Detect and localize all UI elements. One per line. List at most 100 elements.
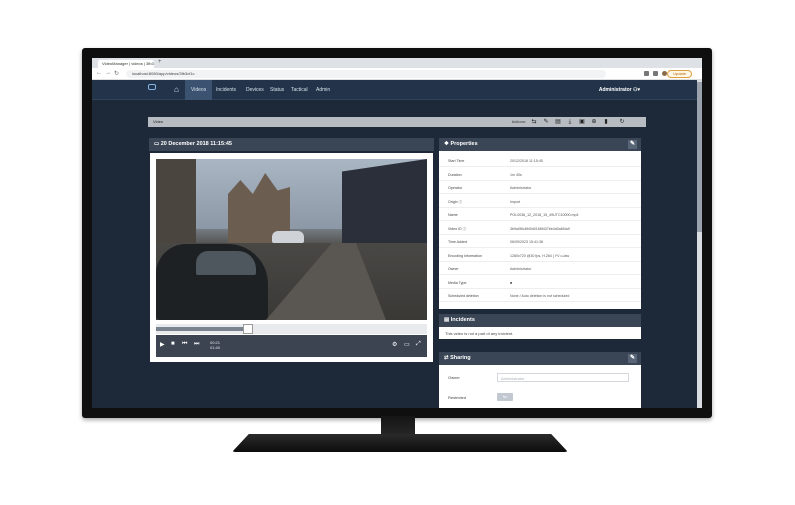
- property-key: Operator: [448, 186, 463, 190]
- new-tab-icon[interactable]: +: [158, 59, 162, 65]
- property-value: Administrator: [510, 186, 532, 190]
- logo-mark-icon: [148, 84, 156, 90]
- time-display: 00:21 01:40: [210, 340, 220, 350]
- scrubber-handle[interactable]: [243, 324, 254, 334]
- properties-table: Start Time 20/12/2018 11:15:45 Duration 1m …: [439, 151, 641, 309]
- nav-item-incidents[interactable]: Incidents: [210, 80, 242, 100]
- tab-strip: VideoManager | videos | 3fb3 | +: [92, 58, 702, 68]
- property-value: POL0036_12_2018_15_49UTC10000.mp4: [510, 213, 579, 217]
- property-row: Video ID ⓘ 3b9a0f6c8f40d0168f437bb4d0a6f4…: [439, 223, 641, 235]
- property-value: ■: [510, 280, 513, 285]
- video-player: ▶ ■ ⏮ ⏭ 00:21 01:40 ⚙ ▭ ⤢: [150, 153, 433, 362]
- edit-sharing-icon[interactable]: ✎: [628, 354, 637, 363]
- property-value: 1280x720 @30 fps, H.264 | YV u-law: [510, 253, 570, 258]
- video-icon: ▭: [154, 141, 160, 147]
- video-frame[interactable]: [156, 159, 427, 320]
- sharing-body: Owner Administrator Restricted No: [439, 365, 641, 408]
- home-icon[interactable]: ⌂: [174, 85, 179, 94]
- video-panel-header: ▭ 20 December 2018 11:15:45: [149, 138, 434, 151]
- restricted-toggle[interactable]: No: [497, 393, 513, 401]
- refresh-menu-icon[interactable]: ↻: [618, 118, 626, 126]
- property-row: Time Added 06/09/2023 15:41:38: [439, 236, 641, 248]
- app-navbar: ⌂ Videos Incidents Devices Status Tactic…: [92, 80, 702, 100]
- nav-item-videos[interactable]: Videos: [185, 80, 213, 100]
- property-key: Video ID ⓘ: [448, 226, 467, 231]
- property-value: 3b9a0f6c8f40d0168f437bb4d0a6f4a9: [510, 226, 570, 231]
- fullscreen-icon[interactable]: ⤢: [416, 341, 421, 348]
- forward-icon[interactable]: →: [105, 70, 111, 76]
- video-title: 20 December 2018 11:15:45: [160, 141, 232, 147]
- property-key: Name: [448, 213, 458, 217]
- user-menu[interactable]: Administrator ⚇▾: [599, 80, 640, 100]
- property-row: Duration 1m 40s: [439, 169, 641, 181]
- settings-icon[interactable]: ⚙: [392, 341, 397, 348]
- actions-label: Actions:: [511, 119, 526, 124]
- sharing-title: Sharing: [450, 355, 471, 361]
- edit-icon[interactable]: ✎: [542, 118, 550, 126]
- browser-tab[interactable]: VideoManager | videos | 3fb3 |: [98, 60, 154, 68]
- property-key: Duration: [448, 172, 462, 177]
- edit-properties-icon[interactable]: ✎: [628, 140, 637, 149]
- property-row: Owner Administrator: [439, 263, 641, 275]
- play-icon[interactable]: ▶: [160, 341, 165, 348]
- download-icon[interactable]: ⤓: [566, 118, 574, 126]
- property-key: Start Time: [448, 159, 465, 163]
- stage: VideoManager | videos | 3fb3 | + ← → ↻ l…: [0, 0, 795, 505]
- scrubber-progress: [156, 327, 249, 331]
- monitor-stand: [232, 434, 568, 452]
- scrollbar-thumb[interactable]: [697, 82, 702, 232]
- video-car-window: [196, 251, 256, 275]
- property-key: Media Type: [448, 280, 467, 285]
- video-controls: ▶ ■ ⏮ ⏭ 00:21 01:40 ⚙ ▭ ⤢: [156, 335, 427, 357]
- property-row: Name POL0036_12_2018_15_49UTC10000.mp4: [439, 209, 641, 221]
- picture-in-picture-icon[interactable]: ▭: [404, 341, 410, 348]
- nav-item-admin[interactable]: Admin: [310, 80, 336, 100]
- properties-icon: ❖: [444, 141, 449, 147]
- properties-header: ❖ Properties ✎: [439, 138, 641, 151]
- property-row: Scheduled deletion None / Auto deletion i…: [439, 290, 641, 302]
- property-row: Origin ⓘ Import: [439, 196, 641, 208]
- delete-icon[interactable]: ▮: [602, 118, 610, 126]
- total-time: 01:40: [210, 345, 221, 350]
- export-icon[interactable]: ▣: [578, 118, 586, 126]
- extension-icon[interactable]: [653, 71, 658, 76]
- clip-icon[interactable]: ⊕: [590, 118, 598, 126]
- video-building: [156, 159, 196, 254]
- stop-icon[interactable]: ■: [171, 341, 175, 347]
- property-row: Encoding Information 1280x720 @30 fps, H.…: [439, 250, 641, 262]
- previous-icon[interactable]: ⏮: [182, 341, 187, 348]
- properties-title: Properties: [450, 141, 478, 147]
- property-value: 1m 40s: [510, 172, 522, 177]
- screen: VideoManager | videos | 3fb3 | + ← → ↻ l…: [92, 58, 702, 408]
- property-value: Administrator: [510, 267, 532, 271]
- property-key: Origin ⓘ: [448, 199, 463, 204]
- url-field[interactable]: localhost:8080/app/videos/3fb3cf1c: [126, 70, 606, 78]
- breadcrumb[interactable]: Video: [153, 119, 163, 124]
- owner-field[interactable]: Administrator: [497, 373, 629, 382]
- incidents-header: ▤ Incidents: [439, 314, 641, 327]
- incidents-icon: ▤: [444, 317, 450, 323]
- next-icon[interactable]: ⏭: [194, 341, 199, 348]
- sharing-header: ⇄ Sharing ✎: [439, 352, 641, 365]
- share-icon[interactable]: ⇆: [530, 118, 538, 126]
- restricted-label: Restricted: [448, 395, 467, 400]
- reload-icon[interactable]: ↻: [114, 70, 119, 77]
- owner-label: Owner: [448, 375, 460, 380]
- add-to-incident-icon[interactable]: ▤: [554, 118, 562, 126]
- video-car: [272, 231, 304, 243]
- property-row: Operator Administrator: [439, 182, 641, 194]
- property-value: None / Auto deletion is not scheduled: [510, 294, 570, 298]
- incidents-title: Incidents: [450, 317, 475, 323]
- property-key: Owner: [448, 267, 459, 271]
- back-icon[interactable]: ←: [96, 70, 102, 76]
- property-row: Media Type ■: [439, 277, 641, 289]
- extension-icon[interactable]: [644, 71, 649, 76]
- video-scrubber[interactable]: [156, 324, 427, 334]
- property-value: Import: [510, 199, 521, 204]
- sharing-icon: ⇄: [444, 355, 449, 361]
- actions-bar: Video Actions: ⇆ ✎ ▤ ⤓ ▣ ⊕ ▮ ↻: [148, 117, 646, 127]
- browser-update-button[interactable]: Update: [667, 70, 692, 78]
- incidents-message: This video is not a part of any incident…: [439, 327, 641, 339]
- property-value: 20/12/2018 11:15:45: [510, 159, 543, 163]
- app-logo[interactable]: [143, 84, 161, 96]
